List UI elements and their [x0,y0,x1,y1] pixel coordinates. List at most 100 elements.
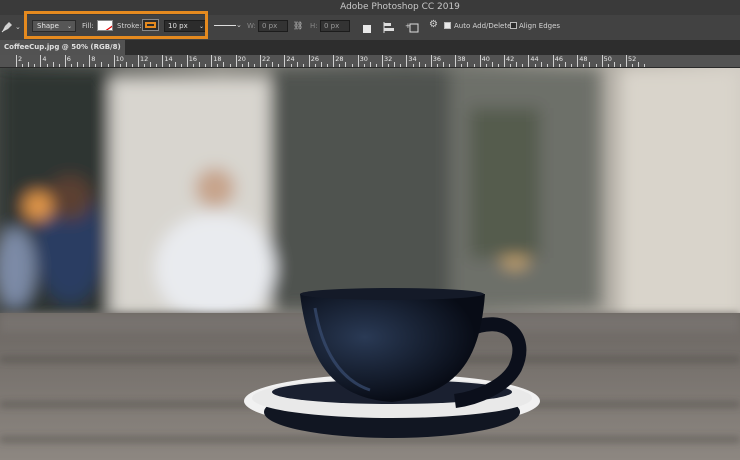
ruler-label: 48 [579,55,588,63]
ruler-label: 26 [310,55,320,63]
ruler-minor-tick [339,64,341,67]
ruler-minor-tick [583,64,585,67]
ruler-minor-tick [125,62,127,67]
ruler-minor-tick [607,64,609,67]
ruler-major-tick [64,55,66,67]
height-field[interactable]: 0 px [320,20,350,32]
ruler-minor-tick [369,62,371,67]
stroke-line-icon [214,25,236,26]
path-alignment-icon[interactable] [383,19,396,33]
ruler-minor-tick [58,64,60,67]
ruler-label: 8 [91,55,96,63]
ruler-major-tick [333,55,335,67]
ruler-minor-tick [321,62,322,67]
ruler-label: 2 [18,55,23,63]
ruler-minor-tick [101,62,103,67]
ruler-minor-tick [199,62,200,67]
ruler-minor-tick [314,64,316,67]
ruler-minor-tick [46,64,48,67]
ruler-minor-tick [351,64,353,67]
ruler-minor-tick [589,62,591,67]
ruler-minor-tick [412,64,414,67]
path-arrangement-icon[interactable]: + [405,19,419,33]
ruler-major-tick [89,55,91,67]
ruler-minor-tick [22,64,24,67]
ruler-minor-tick [534,64,536,67]
highlight-box [24,11,208,39]
document-tab[interactable]: CoffeeCup.jpg @ 50% (RGB/8) [0,40,125,55]
ruler-minor-tick [644,64,646,67]
ruler-label: 6 [66,55,71,63]
ruler-major-tick [211,55,213,67]
canvas-image[interactable] [0,68,740,460]
ruler-minor-tick [363,64,365,67]
ruler-label: 14 [164,55,173,63]
ruler-minor-tick [638,62,640,67]
ruler-minor-tick [150,62,152,67]
ruler-label: 52 [628,55,637,63]
ruler-label: 32 [384,55,393,63]
ruler-minor-tick [613,62,615,67]
width-field[interactable]: 0 px [258,20,288,32]
stroke-type-dropdown[interactable]: ⌄ [212,20,242,32]
w-value: 0 px [262,22,278,30]
ruler-minor-tick [253,64,255,67]
ruler-major-tick [357,55,359,67]
ruler-label: 20 [237,55,246,63]
ruler-label: 50 [603,55,612,63]
ruler-label: 10 [115,55,124,63]
ruler-label: 16 [188,55,198,63]
ruler-label: 18 [213,55,222,63]
align-edges-label: Align Edges [519,22,561,30]
align-edges-checkbox[interactable] [510,22,517,29]
ruler-minor-tick [595,64,597,67]
ruler-major-tick [308,55,310,67]
ruler-minor-tick [247,62,249,67]
svg-text:+: + [405,22,411,30]
ruler-minor-tick [546,64,548,67]
auto-add-delete-checkbox[interactable] [444,22,451,29]
ruler-label: 38 [457,55,466,63]
ruler-major-tick [479,55,481,67]
ruler-minor-tick [205,64,207,67]
ruler-minor-tick [290,64,292,67]
ruler-minor-tick [174,62,176,67]
link-icon[interactable]: ⛓ [293,20,303,32]
ruler-minor-tick [52,62,54,67]
ruler-major-tick [455,55,457,67]
ruler-minor-tick [522,64,524,67]
ruler-minor-tick [491,62,493,67]
ruler-major-tick [260,55,261,67]
ruler-major-tick [186,55,188,67]
ruler-minor-tick [345,62,347,67]
ruler-minor-tick [375,64,377,67]
ruler-major-tick [626,55,627,67]
ruler-minor-tick [467,62,469,67]
ruler-major-tick [235,55,237,67]
h-value: 0 px [324,22,340,30]
ruler-minor-tick [436,64,438,67]
h-label: H: [310,22,318,30]
ruler-label: 46 [554,55,564,63]
ruler-minor-tick [632,64,634,67]
ruler-major-tick [284,55,286,67]
ruler-major-tick [601,55,603,67]
ruler-label: 42 [506,55,515,63]
ruler-major-tick [504,55,505,67]
pen-icon[interactable] [0,19,14,33]
ruler-minor-tick [461,64,463,67]
ruler-minor-tick [485,64,487,67]
ruler-minor-tick [565,62,566,67]
ruler-major-tick [382,55,383,67]
ruler-minor-tick [223,62,225,67]
ruler-minor-tick [192,64,194,67]
ruler-minor-tick [540,62,542,67]
ruler-minor-tick [296,62,298,67]
ruler-minor-tick [34,64,36,67]
ruler-minor-tick [131,64,133,67]
path-operations-icon[interactable] [362,20,373,33]
gear-icon[interactable]: ⚙ [429,19,438,31]
tool-preset-caret[interactable]: ⌄ [15,21,21,33]
ruler-minor-tick [95,64,97,67]
ruler-minor-tick [229,64,231,67]
